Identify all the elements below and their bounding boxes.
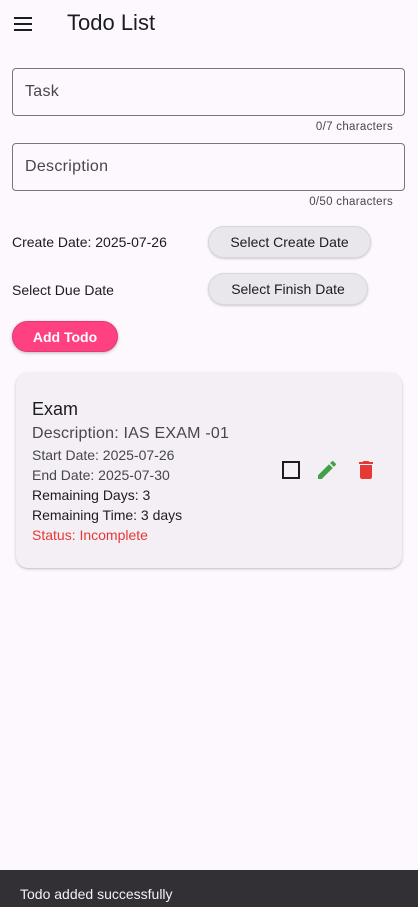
task-field[interactable] (12, 68, 405, 116)
todo-app: Todo List 0/7 characters 0/50 characters… (0, 0, 418, 907)
app-bar: Todo List (0, 0, 418, 48)
todo-description: Description: IAS EXAM -01 (32, 425, 230, 442)
due-date-label: Select Due Date (12, 282, 114, 298)
page-title: Todo List (67, 10, 156, 35)
todo-start-date: Start Date: 2025-07-26 (32, 447, 175, 463)
add-todo-button[interactable]: Add Todo (12, 321, 118, 352)
snackbar-message: Todo added successfully (20, 886, 173, 902)
checkbox-icon[interactable] (279, 458, 303, 482)
description-field[interactable] (12, 143, 405, 191)
snackbar: Todo added successfully (0, 870, 418, 907)
task-character-counter: 0/7 characters (315, 121, 393, 133)
select-create-date-button[interactable]: Select Create Date (208, 226, 371, 258)
task-input[interactable] (13, 69, 404, 115)
edit-icon[interactable] (315, 458, 339, 482)
menu-icon[interactable] (12, 14, 36, 34)
description-character-counter: 0/50 characters (309, 196, 393, 208)
todo-remaining-time: Remaining Time: 3 days (32, 507, 183, 523)
todo-end-date: End Date: 2025-07-30 (32, 467, 170, 483)
description-input[interactable] (13, 144, 404, 190)
todo-card[interactable]: Exam Description: IAS EXAM -01 Start Dat… (16, 373, 402, 568)
todo-status: Status: Incomplete (32, 527, 148, 543)
todo-title: Exam (32, 399, 79, 419)
create-date-label: Create Date: 2025-07-26 (12, 234, 167, 250)
todo-remaining-days: Remaining Days: 3 (32, 487, 151, 503)
select-finish-date-button[interactable]: Select Finish Date (208, 273, 368, 305)
delete-icon[interactable] (354, 458, 378, 482)
